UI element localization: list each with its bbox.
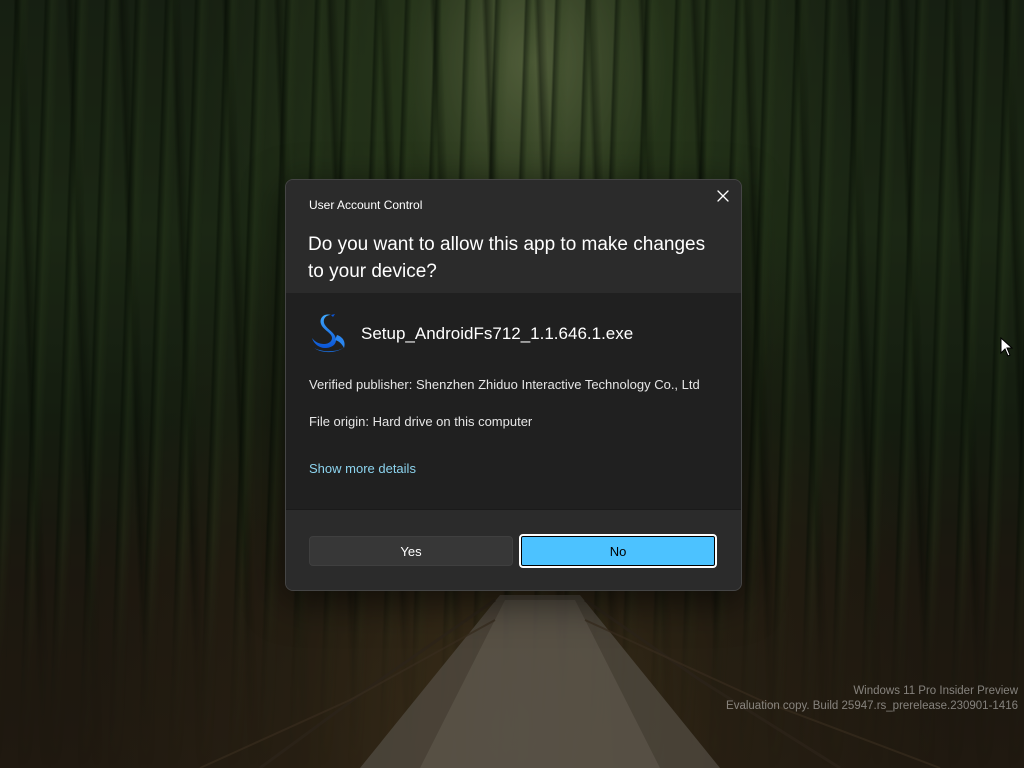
no-button[interactable]: No [519, 534, 717, 568]
verified-publisher: Verified publisher: Shenzhen Zhiduo Inte… [309, 377, 700, 392]
yes-button[interactable]: Yes [309, 536, 513, 566]
close-icon[interactable] [715, 188, 731, 204]
dialog-question: Do you want to allow this app to make ch… [308, 234, 706, 282]
app-file-name: Setup_AndroidFs712_1.1.646.1.exe [361, 324, 634, 343]
swan-icon [312, 314, 346, 353]
build-watermark: Windows 11 Pro Insider Preview Evaluatio… [726, 684, 1018, 714]
desktop-background: Windows 11 Pro Insider Preview Evaluatio… [0, 0, 1024, 768]
watermark-build: Evaluation copy. Build 25947.rs_prerelea… [726, 700, 1018, 712]
file-origin: File origin: Hard drive on this computer [309, 414, 533, 429]
show-more-details-link[interactable]: Show more details [309, 461, 416, 476]
mouse-pointer-icon [1000, 337, 1014, 357]
dialog-body: Setup_AndroidFs712_1.1.646.1.exe Verifie… [286, 293, 741, 509]
dialog-header: User Account Control Do you want to allo… [286, 180, 741, 293]
uac-dialog: User Account Control Do you want to allo… [285, 179, 742, 591]
watermark-edition: Windows 11 Pro Insider Preview [853, 685, 1018, 697]
dialog-footer: Yes No [286, 509, 741, 590]
dialog-title: User Account Control [309, 198, 423, 212]
